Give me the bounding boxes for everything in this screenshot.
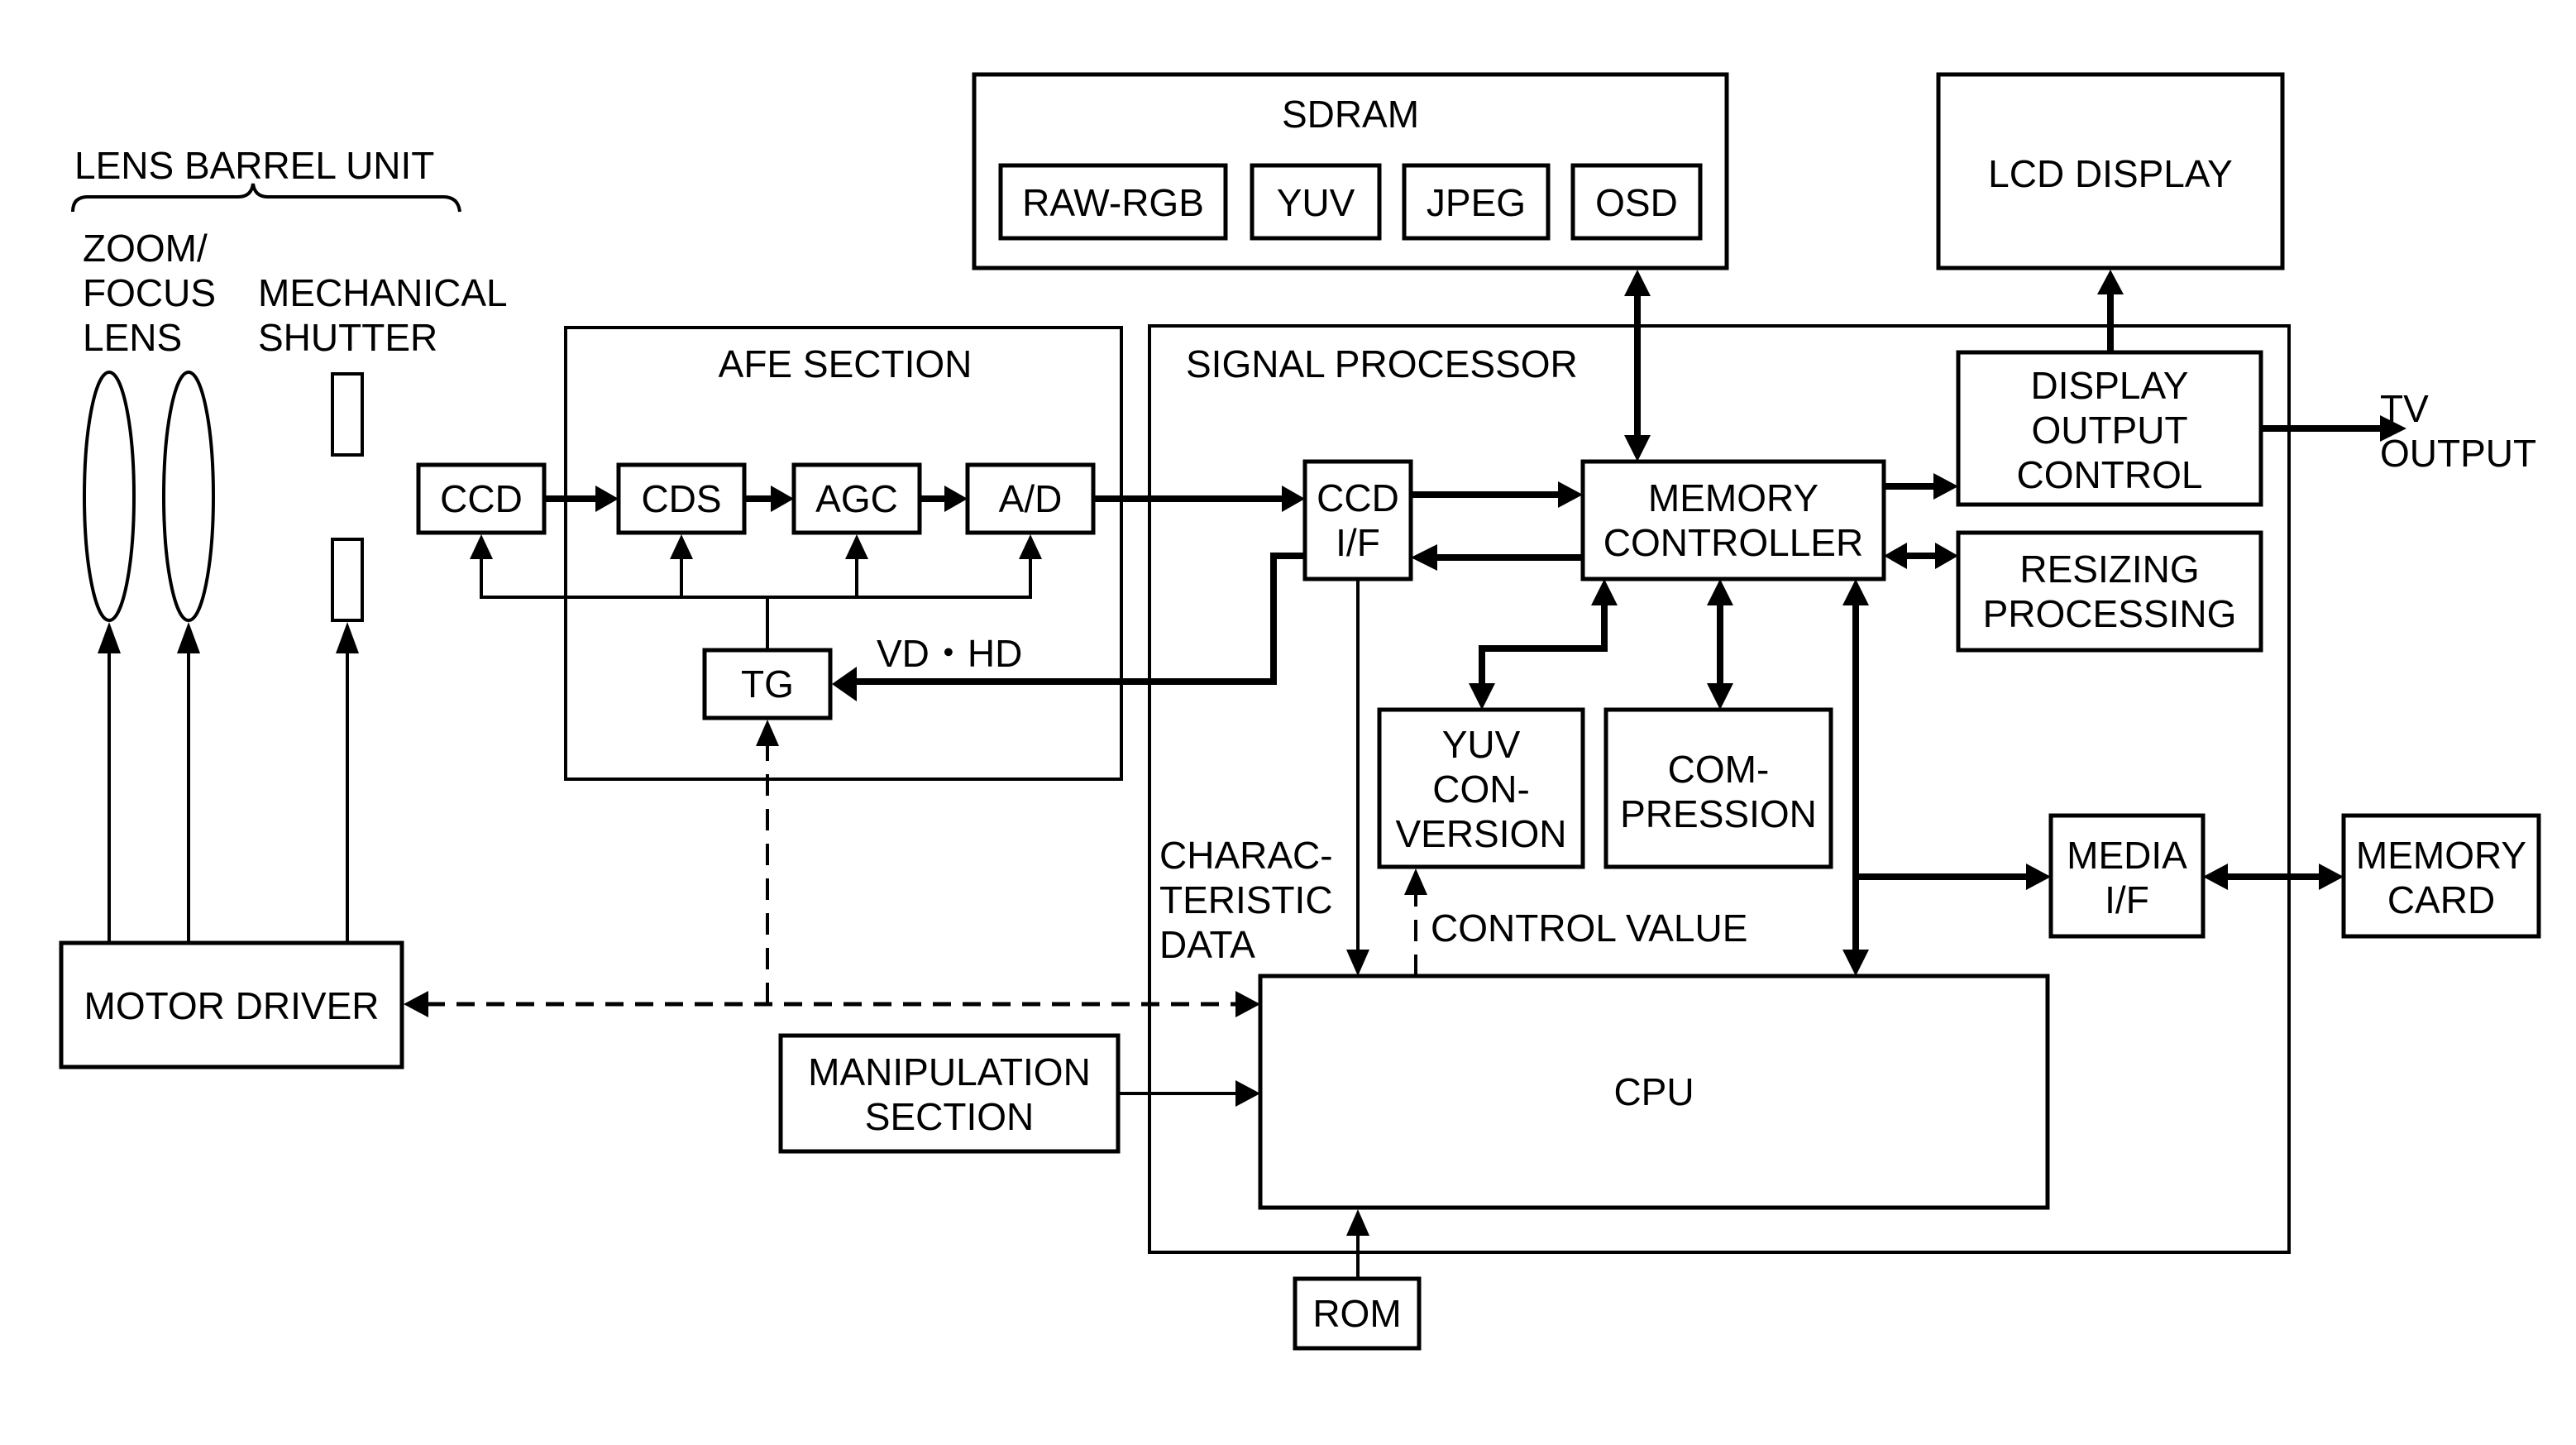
- compression-block: COM- PRESSION: [1603, 707, 1833, 869]
- mechanical-shutter-label-2: SHUTTER: [258, 316, 437, 359]
- media-card-link: [2203, 864, 2344, 890]
- ad-label: A/D: [999, 477, 1063, 520]
- yuv-conversion-block: YUV CON- VERSION: [1377, 707, 1585, 869]
- cds-label: CDS: [641, 477, 721, 520]
- lens-barrel-unit: LENS BARREL UNIT ZOOM/ FOCUS LENS MECHAN…: [71, 144, 508, 622]
- cpu-label: CPU: [1613, 1070, 1694, 1113]
- zoom-lens-icon: [83, 371, 136, 622]
- sdram-block: SDRAM RAW-RGB YUV JPEG OSD: [972, 72, 1729, 270]
- resizing-link: [1884, 543, 1958, 569]
- vd-hd-label: VD・HD: [877, 632, 1022, 675]
- svg-text:DATA: DATA: [1159, 923, 1255, 966]
- manipulation-cpu-link: [1118, 1080, 1260, 1107]
- mechanical-shutter-label-1: MECHANICAL: [258, 271, 508, 314]
- zoom-focus-lens-label-2: FOCUS: [83, 271, 216, 314]
- ccd-label: CCD: [440, 477, 523, 520]
- svg-text:PRESSION: PRESSION: [1620, 792, 1817, 835]
- lens-barrel-unit-label: LENS BARREL UNIT: [74, 144, 434, 187]
- cpu-block: CPU: [1258, 974, 2050, 1210]
- sdram-area-raw-rgb: RAW-RGB: [998, 163, 1228, 241]
- focus-lens-icon: [162, 371, 215, 622]
- svg-text:CONTROL: CONTROL: [2017, 453, 2203, 496]
- svg-text:CONTROL VALUE: CONTROL VALUE: [1431, 907, 1747, 950]
- tg-label: TG: [741, 663, 794, 706]
- rom-block: ROM: [1293, 1276, 1422, 1351]
- svg-text:RAW-RGB: RAW-RGB: [1022, 181, 1204, 224]
- shutter-blade-upper: [331, 372, 364, 457]
- tg-block: TG: [702, 648, 833, 720]
- svg-text:OUTPUT: OUTPUT: [2031, 409, 2187, 452]
- svg-text:CON-: CON-: [1432, 768, 1530, 811]
- sdram-area-osd: OSD: [1570, 163, 1703, 241]
- memory-controller-block: MEMORY CONTROLLER: [1580, 459, 1886, 581]
- svg-text:I/F: I/F: [1336, 521, 1380, 564]
- block-diagram: LENS BARREL UNIT ZOOM/ FOCUS LENS MECHAN…: [59, 72, 2541, 1351]
- agc-block: AGC: [791, 462, 922, 535]
- svg-text:SECTION: SECTION: [865, 1095, 1034, 1138]
- svg-text:CHARAC-: CHARAC-: [1159, 834, 1333, 877]
- motor-driver-label: MOTOR DRIVER: [84, 984, 380, 1027]
- svg-text:DISPLAY: DISPLAY: [2031, 364, 2189, 407]
- zoom-focus-lens-label-3: LENS: [83, 316, 182, 359]
- ccd-if-memory-controller-links: [1411, 481, 1583, 571]
- shutter-blade-lower: [331, 538, 364, 622]
- ad-block: A/D: [965, 462, 1096, 535]
- sdram-memory-controller-link: [1624, 270, 1651, 462]
- svg-text:YUV: YUV: [1277, 181, 1355, 224]
- svg-text:I/F: I/F: [2105, 878, 2149, 921]
- ccd-block: CCD: [416, 462, 547, 535]
- svg-text:MEMORY: MEMORY: [1648, 476, 1818, 519]
- svg-text:CCD: CCD: [1317, 476, 1399, 519]
- agc-label: AGC: [815, 477, 898, 520]
- rom-label: ROM: [1312, 1292, 1401, 1335]
- vd-hd-link: VD・HD: [832, 553, 1305, 701]
- ccd-if-block: CCD I/F: [1302, 459, 1413, 581]
- signal-processor-label: SIGNAL PROCESSOR: [1186, 342, 1578, 385]
- motor-driver-links: [98, 622, 359, 943]
- svg-text:CONTROLLER: CONTROLLER: [1603, 521, 1863, 564]
- svg-text:PROCESSING: PROCESSING: [1983, 592, 2237, 635]
- svg-text:OSD: OSD: [1595, 181, 1678, 224]
- zoom-focus-lens-label-1: ZOOM/: [83, 227, 208, 270]
- rom-cpu-link: [1346, 1209, 1369, 1279]
- svg-text:CARD: CARD: [2387, 878, 2495, 921]
- lcd-display-label: LCD DISPLAY: [1988, 152, 2233, 195]
- sdram-label: SDRAM: [1282, 93, 1419, 136]
- control-value-link: CONTROL VALUE: [1404, 868, 1747, 976]
- manipulation-section-block: MANIPULATION SECTION: [778, 1033, 1121, 1154]
- svg-text:JPEG: JPEG: [1427, 181, 1526, 224]
- svg-text:VERSION: VERSION: [1395, 812, 1566, 855]
- svg-text:MANIPULATION: MANIPULATION: [808, 1050, 1091, 1093]
- svg-text:MEMORY: MEMORY: [2356, 834, 2526, 877]
- svg-text:YUV: YUV: [1442, 723, 1521, 766]
- lens-barrel-brace: [71, 183, 461, 213]
- characteristic-data-link: CHARAC- TERISTIC DATA: [1159, 579, 1369, 976]
- svg-text:TERISTIC: TERISTIC: [1159, 878, 1333, 921]
- memory-card-block: MEMORY CARD: [2341, 813, 2541, 939]
- svg-text:RESIZING: RESIZING: [2019, 548, 2199, 591]
- media-if-block: MEDIA I/F: [2048, 813, 2206, 939]
- svg-text:COM-: COM-: [1668, 748, 1770, 791]
- motor-driver-cpu-link: [404, 720, 1260, 1017]
- svg-text:MEDIA: MEDIA: [2067, 834, 2187, 877]
- motor-driver-block: MOTOR DRIVER: [59, 940, 404, 1069]
- sdram-area-jpeg: JPEG: [1402, 163, 1551, 241]
- cds-block: CDS: [616, 462, 747, 535]
- compression-link: [1707, 579, 1733, 710]
- yuv-conversion-link: [1469, 579, 1618, 710]
- resizing-processing-block: RESIZING PROCESSING: [1956, 530, 2263, 653]
- sdram-area-yuv: YUV: [1250, 163, 1382, 241]
- tv-output-label-2: OUTPUT: [2380, 432, 2536, 475]
- display-output-control-block: DISPLAY OUTPUT CONTROL: [1956, 350, 2263, 507]
- lcd-display-block: LCD DISPLAY: [1936, 72, 2285, 270]
- afe-section-label: AFE SECTION: [719, 342, 973, 385]
- tv-output-label-1: TV: [2380, 387, 2429, 430]
